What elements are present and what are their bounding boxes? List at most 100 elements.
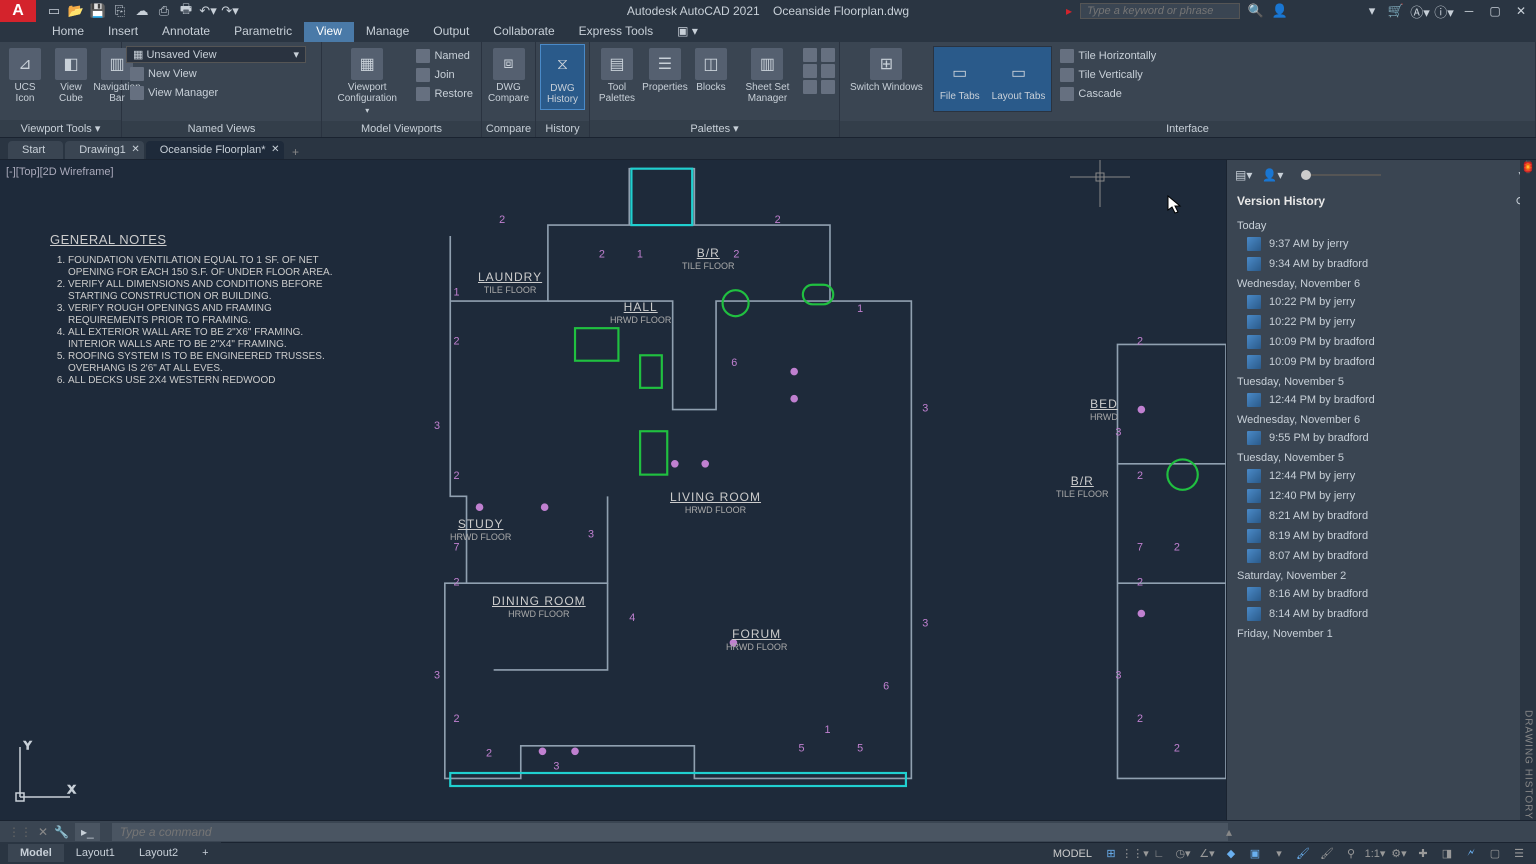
qat-plot-icon[interactable]: ⎙	[156, 3, 172, 19]
qat-print-icon[interactable]: 🖶	[178, 3, 194, 19]
palette-small-icon[interactable]	[803, 80, 817, 94]
menu-tab-extra[interactable]: ▣ ▾	[665, 22, 710, 42]
search-input[interactable]	[1080, 3, 1240, 19]
layout-tab[interactable]: Model	[8, 844, 64, 862]
tool-palettes-button[interactable]: ▤Tool Palettes	[594, 44, 640, 108]
tile-h-button[interactable]: Tile Horizontally	[1056, 48, 1160, 64]
menu-tab-annotate[interactable]: Annotate	[150, 22, 222, 42]
menu-tab-home[interactable]: Home	[40, 22, 96, 42]
app-logo[interactable]: A	[0, 0, 36, 22]
doc-tab[interactable]: Drawing1✕	[65, 141, 143, 159]
cart-icon[interactable]: ▾	[1364, 3, 1380, 19]
lineweight-icon[interactable]: ▾	[1268, 845, 1290, 863]
properties-button[interactable]: ☰Properties	[644, 44, 686, 97]
transparency-icon[interactable]: 🖌	[1292, 845, 1314, 863]
menu-tab-insert[interactable]: Insert	[96, 22, 150, 42]
qat-cloud-icon[interactable]: ☁	[134, 3, 150, 19]
plus-icon[interactable]: ✚	[1412, 845, 1434, 863]
ortho-icon[interactable]: ∟	[1148, 845, 1170, 863]
vp-item[interactable]: 12:44 PM by jerry	[1227, 466, 1536, 486]
polar-icon[interactable]: ◷▾	[1172, 845, 1194, 863]
vp-item[interactable]: 9:55 PM by bradford	[1227, 428, 1536, 448]
vp-restore-button[interactable]: Restore	[412, 86, 477, 102]
layout-tab[interactable]: Layout2	[127, 844, 190, 862]
cmd-close-icon[interactable]: ✕	[38, 825, 48, 839]
vp-item[interactable]: 12:44 PM by bradford	[1227, 390, 1536, 410]
palette-small-icon[interactable]	[821, 64, 835, 78]
qat-undo-icon[interactable]: ↶▾	[200, 3, 216, 19]
vp-item[interactable]: 10:09 PM by bradford	[1227, 352, 1536, 372]
tab-close-icon[interactable]: ✕	[131, 144, 139, 155]
file-tabs-button[interactable]: ▭File Tabs	[934, 47, 986, 111]
palette-small-icon[interactable]	[821, 48, 835, 62]
vp-named-button[interactable]: Named	[412, 48, 477, 64]
menu-tab-parametric[interactable]: Parametric	[222, 22, 304, 42]
layout-tabs-button[interactable]: ▭Layout Tabs	[986, 47, 1052, 111]
vp-item[interactable]: 8:16 AM by bradford	[1227, 584, 1536, 604]
menu-tab-collaborate[interactable]: Collaborate	[481, 22, 566, 42]
qat-new-icon[interactable]: ▭	[46, 3, 62, 19]
named-view-dropdown[interactable]: ▦ Unsaved View▾	[126, 46, 306, 63]
cmd-config-icon[interactable]: 🔧	[54, 825, 69, 839]
drawing-canvas[interactable]: [-][Top][2D Wireframe] GENERAL NOTES FOU…	[0, 160, 1226, 820]
vp-sidebar[interactable]: 🏮 DRAWING HISTORY	[1520, 160, 1536, 820]
user-icon[interactable]: 👤	[1272, 3, 1288, 19]
iso-icon[interactable]: ◨	[1436, 845, 1458, 863]
hwaccel-icon[interactable]: 🗲	[1460, 845, 1482, 863]
cascade-button[interactable]: Cascade	[1056, 86, 1160, 102]
otrack-icon[interactable]: ▣	[1244, 845, 1266, 863]
doc-tab[interactable]: Start	[8, 141, 63, 159]
help-icon[interactable]: ⓘ▾	[1436, 3, 1452, 19]
panel-title[interactable]: Viewport Tools ▾	[0, 120, 121, 137]
qat-open-icon[interactable]: 📂	[68, 3, 84, 19]
vp-item[interactable]: 10:09 PM by bradford	[1227, 332, 1536, 352]
add-layout-button[interactable]: +	[190, 844, 220, 862]
layout-tab[interactable]: Layout1	[64, 844, 127, 862]
menu-tab-output[interactable]: Output	[421, 22, 481, 42]
qat-save-icon[interactable]: 💾	[90, 3, 106, 19]
ucs-icon[interactable]: Y X	[10, 737, 80, 810]
cmd-handle-icon[interactable]: ⋮⋮	[8, 825, 32, 839]
search-icon[interactable]: 🔍	[1248, 3, 1264, 19]
vp-item[interactable]: 8:07 AM by bradford	[1227, 546, 1536, 566]
menu-tab-manage[interactable]: Manage	[354, 22, 421, 42]
snap-icon[interactable]: ⋮⋮▾	[1124, 845, 1146, 863]
panel-title[interactable]: Palettes ▾	[590, 120, 839, 137]
grid-icon[interactable]: ⊞	[1100, 845, 1122, 863]
gear-icon[interactable]: ⚙▾	[1388, 845, 1410, 863]
iso-icon[interactable]: ∠▾	[1196, 845, 1218, 863]
vp-item[interactable]: 8:14 AM by bradford	[1227, 604, 1536, 624]
status-model[interactable]: MODEL	[1047, 848, 1098, 860]
clean-icon[interactable]: ▢	[1484, 845, 1506, 863]
vp-item[interactable]: 9:34 AM by bradford	[1227, 254, 1536, 274]
vp-prop-icon[interactable]: 🏮	[1521, 160, 1536, 174]
minimize-button[interactable]: ─	[1460, 4, 1478, 18]
vp-item[interactable]: 9:37 AM by jerry	[1227, 234, 1536, 254]
viewport-config-button[interactable]: ▦Viewport Configuration▾	[326, 44, 408, 119]
dwg-history-button[interactable]: ⧖DWG History	[540, 44, 585, 110]
vp-slider[interactable]	[1301, 174, 1381, 176]
sheet-set-button[interactable]: ▥Sheet Set Manager	[736, 44, 799, 108]
vp-join-button[interactable]: Join	[412, 67, 477, 83]
palette-small-icon[interactable]	[821, 80, 835, 94]
scale-label[interactable]: 1:1▾	[1364, 845, 1386, 863]
vp-view-icon[interactable]: ▤▾	[1235, 168, 1252, 182]
qat-redo-icon[interactable]: ↷▾	[222, 3, 238, 19]
menu-tab-express tools[interactable]: Express Tools	[567, 22, 665, 42]
tile-v-button[interactable]: Tile Vertically	[1056, 67, 1160, 83]
vp-item[interactable]: 10:22 PM by jerry	[1227, 312, 1536, 332]
command-input[interactable]	[112, 823, 1228, 841]
new-view-button[interactable]: New View	[126, 66, 201, 82]
new-tab-button[interactable]: +	[286, 145, 306, 159]
vp-item[interactable]: 8:21 AM by bradford	[1227, 506, 1536, 526]
vp-item[interactable]: 12:40 PM by jerry	[1227, 486, 1536, 506]
vp-item[interactable]: 10:22 PM by jerry	[1227, 292, 1536, 312]
cart-icon[interactable]: 🛒	[1388, 3, 1404, 19]
cmd-history-icon[interactable]: ▴	[1226, 825, 1232, 839]
annomon-icon[interactable]: ⚲	[1340, 845, 1362, 863]
menu-tab-view[interactable]: View	[304, 22, 354, 42]
osnap-icon[interactable]: ◆	[1220, 845, 1242, 863]
palette-small-icon[interactable]	[803, 64, 817, 78]
dwg-compare-button[interactable]: ⧈DWG Compare	[486, 44, 531, 108]
tab-close-icon[interactable]: ✕	[271, 144, 279, 155]
